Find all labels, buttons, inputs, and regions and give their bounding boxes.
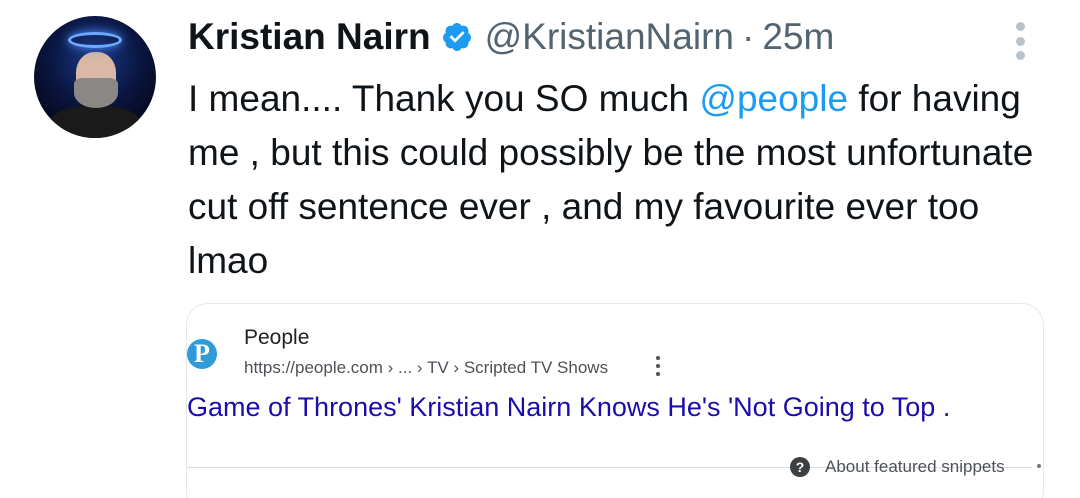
verified-badge-icon xyxy=(442,23,471,51)
avatar[interactable] xyxy=(34,16,156,138)
tweet-text-before: I mean.... Thank you SO much xyxy=(188,78,700,119)
avatar-beard xyxy=(74,78,118,108)
display-name[interactable]: Kristian Nairn xyxy=(188,16,431,58)
more-options-icon[interactable] xyxy=(1008,22,1032,60)
handle[interactable]: @KristianNairn xyxy=(485,16,734,58)
mention-link[interactable]: @people xyxy=(699,78,848,119)
people-logo-icon: P xyxy=(187,339,217,369)
tweet-header: Kristian Nairn @KristianNairn · 25m xyxy=(188,14,834,60)
help-icon: ? xyxy=(790,457,810,477)
avatar-body xyxy=(48,106,142,138)
result-site-name: People xyxy=(244,326,310,349)
kebab-menu-icon xyxy=(655,356,661,376)
result-title: Game of Thrones' Kristian Nairn Knows He… xyxy=(187,392,951,422)
separator-dot: · xyxy=(741,16,755,57)
avatar-halo xyxy=(68,32,122,48)
tweet-text: I mean.... Thank you SO much @people for… xyxy=(188,72,1058,288)
result-url: https://people.com › ... › TV › Scripted… xyxy=(244,358,609,377)
timestamp[interactable]: 25m xyxy=(762,16,834,58)
separator-dot-small xyxy=(1037,464,1041,468)
about-featured-snippets: About featured snippets xyxy=(825,457,1005,476)
attached-image-card[interactable]: P People https://people.com › ... › TV ›… xyxy=(186,303,1044,498)
